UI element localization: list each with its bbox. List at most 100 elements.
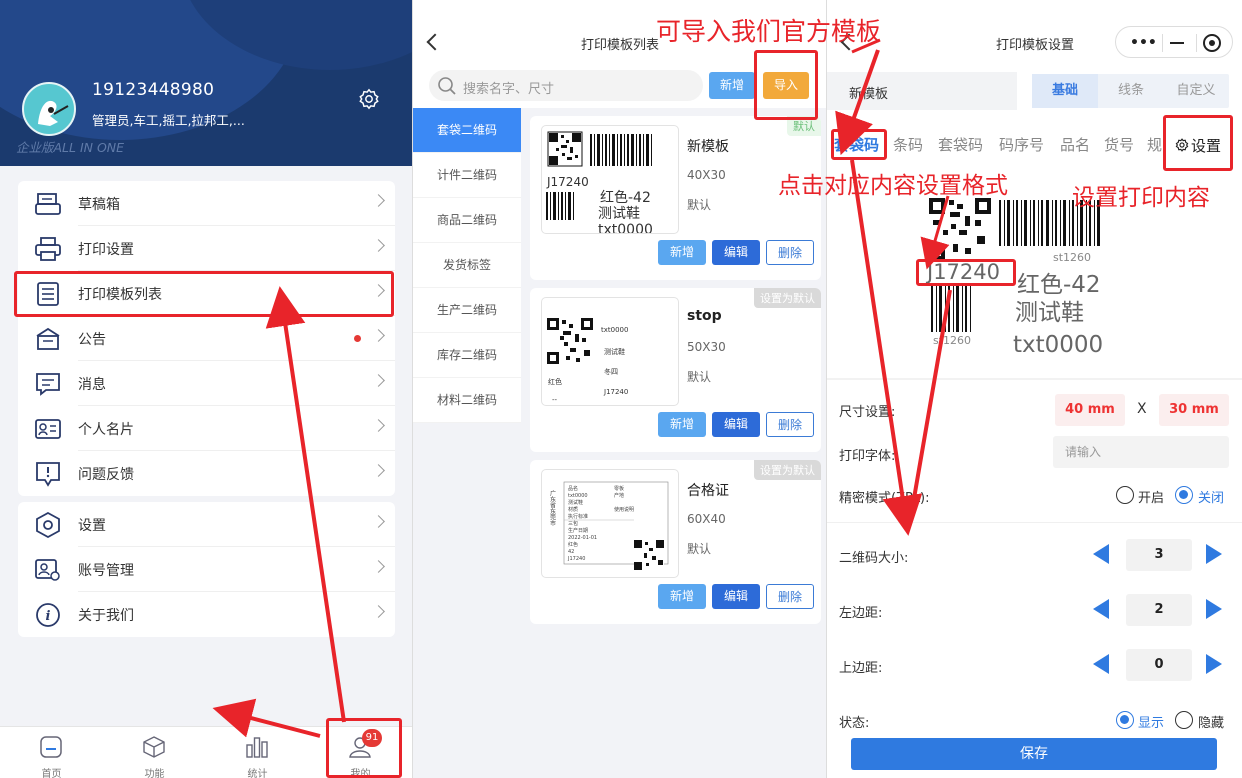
preview-line: 红色 xyxy=(568,541,578,548)
field-tab[interactable]: 货号 xyxy=(1104,134,1134,155)
field-tab[interactable]: 条码 xyxy=(893,134,923,155)
status-show-radio[interactable] xyxy=(1116,711,1134,729)
category-item[interactable]: 发货标签 xyxy=(413,243,521,288)
cube-icon xyxy=(143,736,165,758)
menu-item-messages[interactable]: 消息 xyxy=(18,361,395,406)
highlight-preview-code xyxy=(916,259,1016,286)
preview-txt: txt0000 xyxy=(1013,332,1103,358)
highlight-import xyxy=(754,50,818,120)
top-margin-value[interactable]: 0 xyxy=(1126,649,1192,681)
increase-arrow-icon[interactable] xyxy=(1206,599,1222,619)
status-hide-label: 隐藏 xyxy=(1198,716,1225,731)
font-input[interactable]: 请输入 xyxy=(1053,436,1229,468)
annotation-import: 可导入我们官方模板 xyxy=(656,17,882,46)
menu-item-about[interactable]: i 关于我们 xyxy=(18,592,395,637)
menu-item-feedback[interactable]: 问题反馈 xyxy=(18,451,395,496)
height-input[interactable]: 30 mm xyxy=(1159,394,1229,426)
field-tab[interactable]: 套袋码 xyxy=(938,134,983,155)
menu-item-business-card[interactable]: 个人名片 xyxy=(18,406,395,451)
add-button[interactable]: 新增 xyxy=(658,584,706,609)
add-template-button[interactable]: 新增 xyxy=(709,72,755,99)
tab-label: 功能 xyxy=(144,769,165,778)
menu-item-label: 关于我们 xyxy=(78,608,134,624)
barcode xyxy=(590,134,652,166)
printer-icon xyxy=(35,237,61,261)
avatar[interactable] xyxy=(22,82,76,136)
message-icon xyxy=(36,373,60,396)
category-item[interactable]: 库存二维码 xyxy=(413,333,521,378)
delete-button[interactable]: 删除 xyxy=(766,584,814,609)
close-circle-icon[interactable] xyxy=(1203,34,1221,52)
highlight-set-button xyxy=(1163,115,1233,171)
menu-item-label: 消息 xyxy=(78,377,106,393)
decrease-arrow-icon[interactable] xyxy=(1093,599,1109,619)
segment-basic[interactable]: 基础 xyxy=(1032,74,1098,108)
segment-lines[interactable]: 线条 xyxy=(1098,74,1164,108)
delete-button[interactable]: 删除 xyxy=(766,240,814,265)
qr-size-value[interactable]: 3 xyxy=(1126,539,1192,571)
delete-button[interactable]: 删除 xyxy=(766,412,814,437)
edit-button[interactable]: 编辑 xyxy=(712,240,760,265)
tab-features[interactable]: 功能 xyxy=(103,727,206,778)
preview-line: 材质 xyxy=(568,506,578,513)
highlight-mine-tab xyxy=(326,718,402,778)
menu-item-account[interactable]: 账号管理 xyxy=(18,547,395,592)
status-show-label: 显示 xyxy=(1138,716,1165,731)
edit-button[interactable]: 编辑 xyxy=(712,412,760,437)
menu-item-label: 账号管理 xyxy=(78,563,134,579)
category-item[interactable]: 套袋二维码 xyxy=(413,108,521,153)
category-item[interactable]: 商品二维码 xyxy=(413,198,521,243)
minimize-icon[interactable] xyxy=(1170,42,1184,44)
preview-color: 红色-42 xyxy=(600,189,651,206)
edition-label: 企业版ALL IN ONE xyxy=(16,140,125,155)
preview-txt: txt0000 xyxy=(598,222,653,234)
mode-off-radio[interactable] xyxy=(1175,486,1193,504)
menu-item-print-settings[interactable]: 打印设置 xyxy=(18,226,395,271)
precision-mode-label: 精密模式(ZPL): xyxy=(839,491,930,506)
decrease-arrow-icon[interactable] xyxy=(1093,544,1109,564)
template-card[interactable]: 品名 txt0000 测试鞋 材质 执行标准 三包 生产日期 2022-01-01 红色 42 J1… xyxy=(530,460,821,624)
left-margin-label: 左边距: xyxy=(839,606,883,621)
template-card[interactable]: txt0000 测试鞋 红色 冬四 J17240 -- stop 50X30 默… xyxy=(530,288,821,452)
info-icon: i xyxy=(36,603,60,627)
preview-color: 红色-42 xyxy=(1017,272,1101,298)
width-input[interactable]: 40 mm xyxy=(1055,394,1125,426)
template-default-label: 默认 xyxy=(687,198,712,212)
left-margin-value[interactable]: 2 xyxy=(1126,594,1192,626)
status-hide-radio[interactable] xyxy=(1175,711,1193,729)
edit-button[interactable]: 编辑 xyxy=(712,584,760,609)
menu-item-settings[interactable]: 设置 xyxy=(18,502,395,547)
field-tab[interactable]: 品名 xyxy=(1060,134,1090,155)
category-item[interactable]: 生产二维码 xyxy=(413,288,521,333)
preview-code: J17240 xyxy=(603,388,628,396)
decrease-arrow-icon[interactable] xyxy=(1093,654,1109,674)
category-item[interactable]: 计件二维码 xyxy=(413,153,521,198)
field-tab[interactable]: 码序号 xyxy=(999,134,1044,155)
template-name-field[interactable]: 新模板 xyxy=(827,72,1017,110)
mode-on-radio[interactable] xyxy=(1116,486,1134,504)
tab-home[interactable]: 首页 xyxy=(0,727,103,778)
save-button[interactable]: 保存 xyxy=(851,738,1217,770)
menu-item-announcement[interactable]: 公告 xyxy=(18,316,395,361)
segment-custom[interactable]: 自定义 xyxy=(1163,74,1229,108)
increase-arrow-icon[interactable] xyxy=(1206,654,1222,674)
search-input[interactable]: 搜索名字、尺寸 xyxy=(429,70,703,101)
gear-icon[interactable] xyxy=(358,88,380,110)
menu-item-drafts[interactable]: 草稿箱 xyxy=(18,181,395,226)
menu-item-label: 草稿箱 xyxy=(78,197,120,213)
category-item[interactable]: 材料二维码 xyxy=(413,378,521,423)
field-tab[interactable]: 规 xyxy=(1147,134,1162,155)
more-icon[interactable]: ••• xyxy=(1130,35,1157,51)
template-size: 60X40 xyxy=(687,512,726,526)
size-label: 尺寸设置: xyxy=(839,405,896,420)
set-default-button[interactable]: 设置为默认 xyxy=(754,460,821,480)
add-button[interactable]: 新增 xyxy=(658,240,706,265)
tab-stats[interactable]: 统计 xyxy=(206,727,309,778)
preview-line: 测试鞋 xyxy=(568,499,583,506)
preview-shoe: 测试鞋 xyxy=(604,347,625,356)
add-button[interactable]: 新增 xyxy=(658,412,706,437)
set-default-button[interactable]: 设置为默认 xyxy=(754,288,821,308)
increase-arrow-icon[interactable] xyxy=(1206,544,1222,564)
top-margin-label: 上边距: xyxy=(839,661,883,676)
home-icon xyxy=(40,736,62,758)
